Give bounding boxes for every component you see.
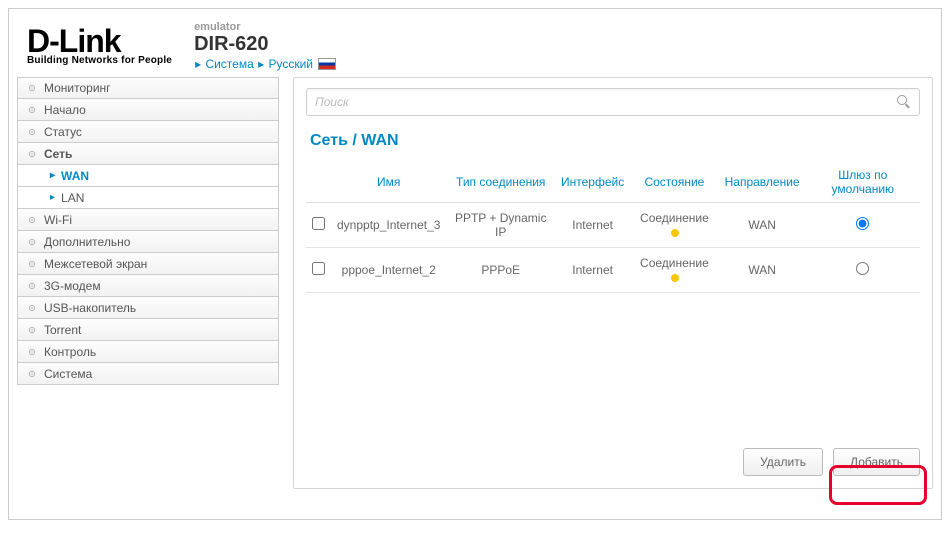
table-row[interactable]: pppoe_Internet_2 PPPoE Internet Соединен… — [306, 248, 920, 293]
chevron-right-icon: ▸ — [50, 170, 55, 181]
col-gateway: Шлюз по умолчанию — [806, 162, 920, 203]
cell-state: Соединение — [630, 203, 718, 248]
cell-direction: WAN — [719, 203, 806, 248]
chevron-right-icon: ▸ — [195, 57, 201, 71]
sidebar-item-label: LAN — [61, 191, 84, 205]
chevron-right-icon: ▸ — [258, 57, 264, 71]
default-gateway-radio[interactable] — [856, 262, 869, 275]
sidebar-item-label: Сеть — [44, 147, 72, 161]
cell-type: PPPoE — [446, 248, 555, 293]
cell-type: PPTP + Dynamic IP — [446, 203, 555, 248]
content-panel: Поиск Сеть / WAN Имя Тип соединения Инте… — [293, 77, 933, 489]
header: D-Link Building Networks for People emul… — [9, 9, 941, 77]
sidebar-item-label: Статус — [44, 125, 82, 139]
sidebar: Мониторинг Начало Статус Сеть ▸ WAN ▸ LA… — [17, 77, 279, 489]
sidebar-item-3g-modem[interactable]: 3G-модем — [17, 275, 279, 297]
sidebar-item-torrent[interactable]: Torrent — [17, 319, 279, 341]
cell-interface: Internet — [555, 203, 630, 248]
gear-icon — [28, 128, 36, 136]
sidebar-item-label: Мониторинг — [44, 81, 111, 95]
default-gateway-radio[interactable] — [856, 217, 869, 230]
delete-button[interactable]: Удалить — [743, 448, 823, 476]
col-type: Тип соединения — [446, 162, 555, 203]
sidebar-item-system[interactable]: Система — [17, 363, 279, 385]
sidebar-item-network[interactable]: Сеть — [17, 143, 279, 165]
gear-icon — [28, 238, 36, 246]
logo-tagline: Building Networks for People — [27, 55, 172, 66]
add-button[interactable]: Добавить — [833, 448, 920, 476]
sidebar-item-label: Torrent — [44, 323, 81, 337]
gear-icon — [28, 326, 36, 334]
sidebar-item-label: Система — [44, 367, 92, 381]
row-select-checkbox[interactable] — [312, 217, 325, 230]
gear-icon — [28, 84, 36, 92]
sidebar-item-label: Межсетевой экран — [44, 257, 147, 271]
gear-icon — [28, 370, 36, 378]
sidebar-item-label: Дополнительно — [44, 235, 130, 249]
logo: D-Link Building Networks for People — [27, 27, 172, 66]
gear-icon — [28, 304, 36, 312]
search-icon — [897, 95, 911, 109]
sidebar-item-label: Контроль — [44, 345, 96, 359]
flag-ru-icon — [318, 58, 336, 70]
cell-interface: Internet — [555, 248, 630, 293]
sidebar-item-label: Начало — [44, 103, 86, 117]
sidebar-item-usb-storage[interactable]: USB-накопитель — [17, 297, 279, 319]
col-direction: Направление — [719, 162, 806, 203]
sidebar-item-label: 3G-модем — [44, 279, 101, 293]
cell-direction: WAN — [719, 248, 806, 293]
col-interface: Интерфейс — [555, 162, 630, 203]
gear-icon — [28, 216, 36, 224]
breadcrumb-system[interactable]: Система — [205, 57, 253, 71]
connections-table: Имя Тип соединения Интерфейс Состояние Н… — [306, 162, 920, 293]
chevron-right-icon: ▸ — [50, 192, 55, 203]
status-dot-icon — [671, 274, 679, 282]
breadcrumb: ▸ Система ▸ Русский — [194, 57, 336, 71]
footer-buttons: Удалить Добавить — [743, 448, 920, 476]
gear-icon — [28, 106, 36, 114]
table-header-row: Имя Тип соединения Интерфейс Состояние Н… — [306, 162, 920, 203]
sidebar-item-monitoring[interactable]: Мониторинг — [17, 77, 279, 99]
col-state: Состояние — [630, 162, 718, 203]
header-info: emulator DIR-620 ▸ Система ▸ Русский — [194, 21, 336, 71]
status-dot-icon — [671, 229, 679, 237]
sidebar-item-firewall[interactable]: Межсетевой экран — [17, 253, 279, 275]
gear-icon — [28, 150, 36, 158]
cell-state: Соединение — [630, 248, 718, 293]
sidebar-item-start[interactable]: Начало — [17, 99, 279, 121]
sidebar-item-control[interactable]: Контроль — [17, 341, 279, 363]
sidebar-item-advanced[interactable]: Дополнительно — [17, 231, 279, 253]
sidebar-item-label: USB-накопитель — [44, 301, 136, 315]
gear-icon — [28, 348, 36, 356]
logo-text: D-Link — [27, 27, 172, 55]
sidebar-item-label: WAN — [61, 169, 89, 183]
sidebar-item-label: Wi-Fi — [44, 213, 72, 227]
sidebar-item-lan[interactable]: ▸ LAN — [17, 187, 279, 209]
sidebar-item-wifi[interactable]: Wi-Fi — [17, 209, 279, 231]
search-placeholder: Поиск — [315, 95, 897, 109]
gear-icon — [28, 282, 36, 290]
page-title: Сеть / WAN — [310, 132, 916, 150]
table-row[interactable]: dynpptp_Internet_3 PPTP + Dynamic IP Int… — [306, 203, 920, 248]
search-input[interactable]: Поиск — [306, 88, 920, 116]
row-select-checkbox[interactable] — [312, 262, 325, 275]
cell-name: pppoe_Internet_2 — [331, 248, 446, 293]
gear-icon — [28, 260, 36, 268]
emulator-label: emulator — [194, 21, 336, 33]
breadcrumb-language[interactable]: Русский — [268, 57, 313, 71]
sidebar-item-wan[interactable]: ▸ WAN — [17, 165, 279, 187]
cell-name: dynpptp_Internet_3 — [331, 203, 446, 248]
app-frame: D-Link Building Networks for People emul… — [8, 8, 942, 520]
col-name: Имя — [331, 162, 446, 203]
model-name: DIR-620 — [194, 33, 336, 55]
sidebar-item-status[interactable]: Статус — [17, 121, 279, 143]
